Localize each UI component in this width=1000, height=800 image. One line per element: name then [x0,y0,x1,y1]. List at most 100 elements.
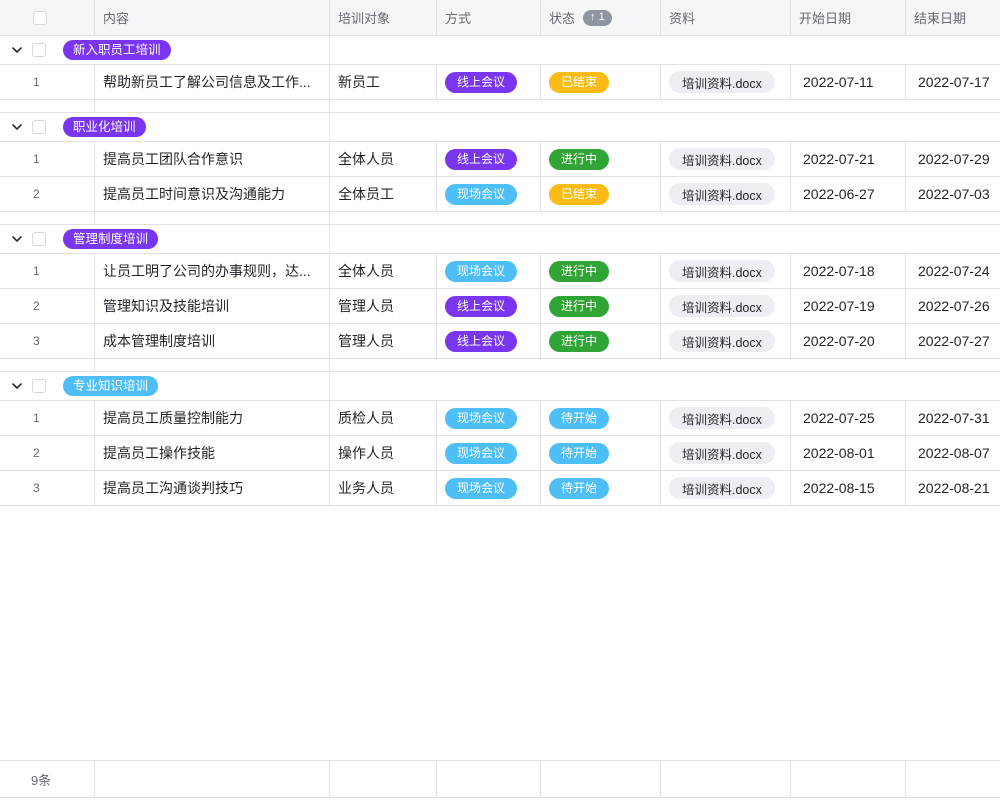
cell-start-date[interactable]: 2022-06-27 [791,177,906,211]
cell-status[interactable]: 进行中 [541,254,661,288]
cell-end-date[interactable]: 2022-07-31 [906,401,1000,435]
attachment-chip[interactable]: 培训资料.docx [669,407,775,429]
attachment-chip[interactable]: 培训资料.docx [669,330,775,352]
group-checkbox[interactable] [32,120,46,134]
cell-start-date[interactable]: 2022-07-18 [791,254,906,288]
cell-status[interactable]: 进行中 [541,324,661,358]
cell-content[interactable]: 管理知识及技能培训 [95,289,330,323]
attachment-chip[interactable]: 培训资料.docx [669,260,775,282]
cell-training-target[interactable]: 管理人员 [330,289,437,323]
cell-material[interactable]: 培训资料.docx [661,289,791,323]
cell-method[interactable]: 线上会议 [437,65,541,99]
cell-method[interactable]: 现场会议 [437,177,541,211]
cell-training-target[interactable]: 管理人员 [330,324,437,358]
table-row[interactable]: 2 提高员工操作技能 操作人员 现场会议 待开始 培训资料.docx 2022-… [0,436,1000,471]
cell-material[interactable]: 培训资料.docx [661,436,791,470]
cell-end-date[interactable]: 2022-07-03 [906,177,1000,211]
cell-status[interactable]: 进行中 [541,289,661,323]
select-all-cell[interactable] [0,0,95,35]
cell-material[interactable]: 培训资料.docx [661,142,791,176]
cell-material[interactable]: 培训资料.docx [661,177,791,211]
cell-end-date[interactable]: 2022-08-21 [906,471,1000,505]
cell-end-date[interactable]: 2022-07-17 [906,65,1000,99]
cell-training-target[interactable]: 新员工 [330,65,437,99]
table-row[interactable]: 1 提高员工质量控制能力 质检人员 现场会议 待开始 培训资料.docx 202… [0,401,1000,436]
cell-training-target[interactable]: 全体人员 [330,254,437,288]
attachment-chip[interactable]: 培训资料.docx [669,442,775,464]
cell-training-target[interactable]: 质检人员 [330,401,437,435]
group-header-professionalism[interactable]: 职业化培训 [0,113,1000,142]
cell-start-date[interactable]: 2022-08-15 [791,471,906,505]
cell-start-date[interactable]: 2022-07-21 [791,142,906,176]
cell-method[interactable]: 现场会议 [437,436,541,470]
sort-badge[interactable]: ↑ 1 [583,10,612,26]
cell-content[interactable]: 提高员工团队合作意识 [95,142,330,176]
cell-method[interactable]: 现场会议 [437,254,541,288]
cell-start-date[interactable]: 2022-08-01 [791,436,906,470]
chevron-down-icon[interactable] [11,44,23,56]
cell-start-date[interactable]: 2022-07-25 [791,401,906,435]
column-header-content[interactable]: 内容 [95,0,330,35]
cell-end-date[interactable]: 2022-07-29 [906,142,1000,176]
cell-content[interactable]: 成本管理制度培训 [95,324,330,358]
cell-material[interactable]: 培训资料.docx [661,401,791,435]
cell-end-date[interactable]: 2022-07-27 [906,324,1000,358]
cell-start-date[interactable]: 2022-07-11 [791,65,906,99]
table-row[interactable]: 3 提高员工沟通谈判技巧 业务人员 现场会议 待开始 培训资料.docx 202… [0,471,1000,506]
cell-material[interactable]: 培训资料.docx [661,254,791,288]
cell-status[interactable]: 待开始 [541,401,661,435]
cell-status[interactable]: 已结束 [541,177,661,211]
group-checkbox[interactable] [32,43,46,57]
column-header-target[interactable]: 培训对象 [330,0,437,35]
cell-method[interactable]: 线上会议 [437,289,541,323]
cell-method[interactable]: 现场会议 [437,401,541,435]
group-checkbox[interactable] [32,232,46,246]
attachment-chip[interactable]: 培训资料.docx [669,183,775,205]
attachment-chip[interactable]: 培训资料.docx [669,71,775,93]
attachment-chip[interactable]: 培训资料.docx [669,148,775,170]
cell-content[interactable]: 提高员工操作技能 [95,436,330,470]
chevron-down-icon[interactable] [11,121,23,133]
cell-method[interactable]: 线上会议 [437,142,541,176]
cell-start-date[interactable]: 2022-07-20 [791,324,906,358]
select-all-checkbox[interactable] [33,11,47,25]
cell-method[interactable]: 线上会议 [437,324,541,358]
cell-material[interactable]: 培训资料.docx [661,471,791,505]
column-header-method[interactable]: 方式 [437,0,541,35]
cell-content[interactable]: 提高员工质量控制能力 [95,401,330,435]
column-header-status[interactable]: 状态 ↑ 1 [541,0,661,35]
table-row[interactable]: 1 让员工明了公司的办事规则，达... 全体人员 现场会议 进行中 培训资料.d… [0,254,1000,289]
group-header-new-employee[interactable]: 新入职员工培训 [0,36,1000,65]
cell-content[interactable]: 提高员工时间意识及沟通能力 [95,177,330,211]
cell-end-date[interactable]: 2022-07-24 [906,254,1000,288]
cell-status[interactable]: 进行中 [541,142,661,176]
group-header-management-system[interactable]: 管理制度培训 [0,225,1000,254]
cell-start-date[interactable]: 2022-07-19 [791,289,906,323]
table-row[interactable]: 1 帮助新员工了解公司信息及工作... 新员工 线上会议 已结束 培训资料.do… [0,65,1000,100]
cell-status[interactable]: 待开始 [541,436,661,470]
column-header-start-date[interactable]: 开始日期 [791,0,906,35]
cell-training-target[interactable]: 全体员工 [330,177,437,211]
cell-end-date[interactable]: 2022-08-07 [906,436,1000,470]
table-row[interactable]: 3 成本管理制度培训 管理人员 线上会议 进行中 培训资料.docx 2022-… [0,324,1000,359]
attachment-chip[interactable]: 培训资料.docx [669,477,775,499]
cell-material[interactable]: 培训资料.docx [661,324,791,358]
cell-content[interactable]: 帮助新员工了解公司信息及工作... [95,65,330,99]
chevron-down-icon[interactable] [11,233,23,245]
cell-training-target[interactable]: 操作人员 [330,436,437,470]
table-row[interactable]: 2 提高员工时间意识及沟通能力 全体员工 现场会议 已结束 培训资料.docx … [0,177,1000,212]
cell-training-target[interactable]: 业务人员 [330,471,437,505]
cell-status[interactable]: 已结束 [541,65,661,99]
column-header-end-date[interactable]: 结束日期 [906,0,1000,35]
cell-material[interactable]: 培训资料.docx [661,65,791,99]
column-header-material[interactable]: 资料 [661,0,791,35]
cell-method[interactable]: 现场会议 [437,471,541,505]
cell-training-target[interactable]: 全体人员 [330,142,437,176]
cell-content[interactable]: 提高员工沟通谈判技巧 [95,471,330,505]
table-row[interactable]: 2 管理知识及技能培训 管理人员 线上会议 进行中 培训资料.docx 2022… [0,289,1000,324]
cell-content[interactable]: 让员工明了公司的办事规则，达... [95,254,330,288]
cell-status[interactable]: 待开始 [541,471,661,505]
chevron-down-icon[interactable] [11,380,23,392]
attachment-chip[interactable]: 培训资料.docx [669,295,775,317]
group-checkbox[interactable] [32,379,46,393]
